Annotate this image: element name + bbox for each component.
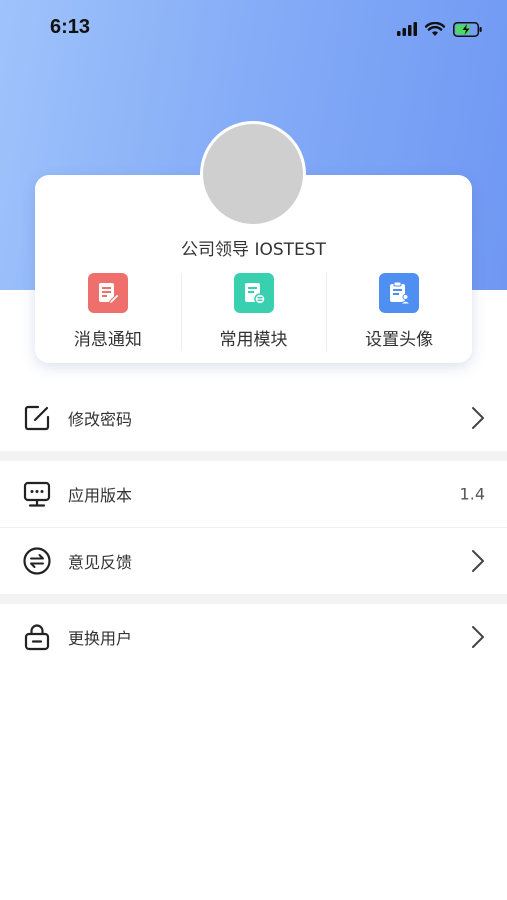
avatar-clipboard-icon — [379, 273, 420, 313]
chevron-right-icon — [472, 626, 484, 648]
menu-item-switch-user[interactable]: 更换用户 — [0, 604, 507, 670]
module-doc-icon — [233, 273, 274, 313]
action-label: 消息通知 — [73, 330, 142, 350]
lock-icon — [24, 624, 50, 651]
quick-actions: 消息通知 常用模块 设置头像 — [35, 273, 472, 353]
monitor-chat-icon — [23, 481, 51, 507]
menu-item-feedback[interactable]: 意见反馈 — [0, 528, 507, 594]
chevron-right-icon — [472, 550, 484, 572]
status-bar: 6:13 — [0, 0, 507, 56]
wifi-icon — [425, 21, 445, 36]
message-edit-icon — [87, 273, 128, 313]
action-message-notifications[interactable]: 消息通知 — [35, 273, 181, 353]
menu-item-label: 意见反馈 — [68, 553, 133, 572]
app-version-value: 1.4 — [459, 484, 485, 504]
section-divider — [0, 451, 507, 461]
avatar[interactable] — [200, 121, 306, 227]
action-set-avatar[interactable]: 设置头像 — [326, 273, 472, 353]
menu-item-label: 修改密码 — [68, 410, 133, 429]
chevron-right-icon — [472, 407, 484, 429]
status-time: 6:13 — [50, 16, 91, 38]
menu-item-label: 更换用户 — [68, 629, 133, 648]
menu-item-label: 应用版本 — [68, 486, 133, 505]
menu-item-change-password[interactable]: 修改密码 — [0, 385, 507, 451]
cellular-signal-icon — [397, 22, 417, 36]
menu-item-app-version[interactable]: 应用版本 1.4 — [0, 461, 507, 527]
battery-charging-icon — [453, 21, 482, 37]
settings-menu: 修改密码 应用版本 1.4 意见反馈 更换用户 — [0, 385, 507, 670]
edit-square-icon — [24, 405, 50, 431]
status-icons — [397, 19, 483, 39]
section-divider — [0, 594, 507, 604]
exchange-circle-icon — [23, 547, 51, 575]
action-label: 常用模块 — [219, 330, 288, 350]
profile-name: 公司领导 IOSTEST — [181, 240, 326, 260]
action-label: 设置头像 — [365, 330, 434, 350]
action-common-modules[interactable]: 常用模块 — [180, 273, 327, 353]
